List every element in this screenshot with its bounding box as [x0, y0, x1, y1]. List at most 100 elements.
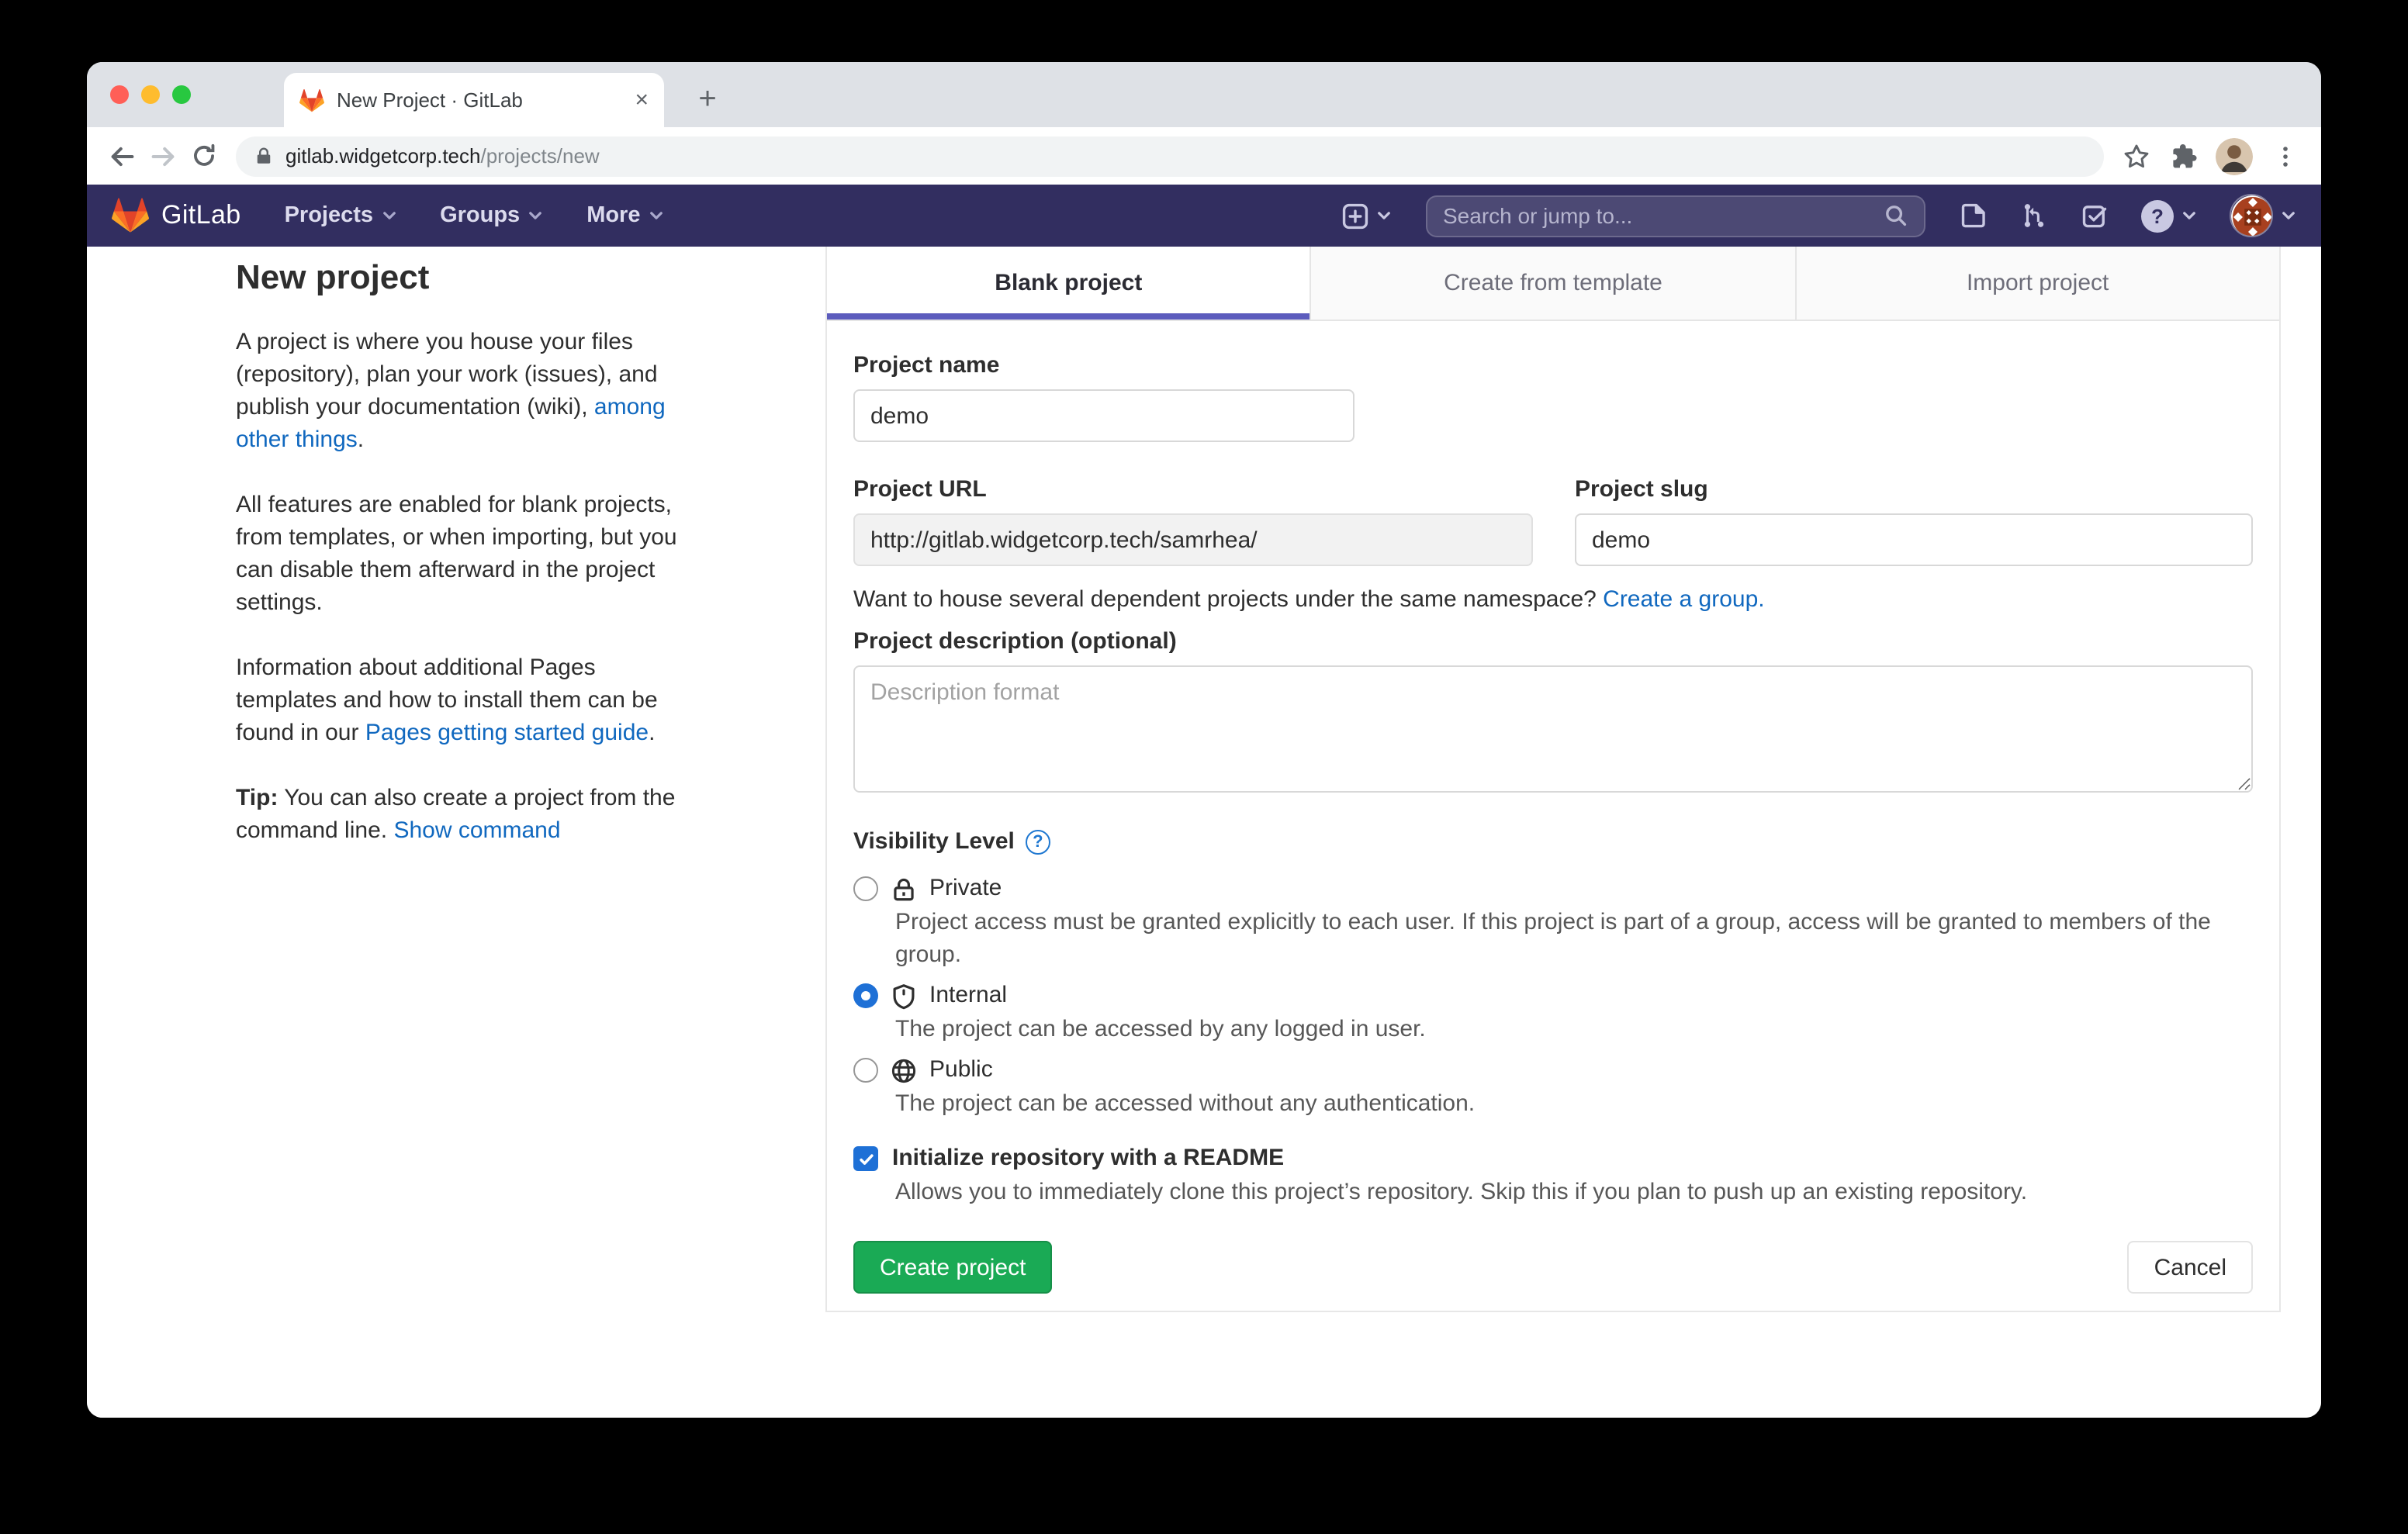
- tab-close-icon[interactable]: ×: [635, 88, 649, 112]
- chevron-down-icon: [528, 208, 543, 223]
- create-project-button[interactable]: Create project: [853, 1241, 1052, 1294]
- zoom-window-button[interactable]: [172, 85, 191, 104]
- chevron-down-icon: [381, 208, 396, 223]
- browser-tab[interactable]: New Project · GitLab ×: [284, 73, 664, 127]
- merge-request-icon[interactable]: [2020, 202, 2048, 230]
- bookmark-star-icon[interactable]: [2116, 136, 2157, 176]
- project-name-input[interactable]: [853, 389, 1354, 442]
- internal-label: Internal: [929, 979, 1007, 1013]
- browser-profile-avatar[interactable]: [2216, 137, 2253, 174]
- back-icon[interactable]: [102, 136, 143, 176]
- visibility-level-label: Visibility Level ?: [853, 828, 2253, 856]
- url-path: /projects/new: [481, 144, 600, 168]
- search-input[interactable]: [1443, 203, 1884, 228]
- project-slug-label: Project slug: [1575, 476, 2253, 504]
- chevron-down-icon: [2281, 208, 2296, 223]
- create-a-group-link[interactable]: Create a group.: [1603, 586, 1764, 613]
- tab-import-project[interactable]: Import project: [1794, 247, 2279, 320]
- user-menu[interactable]: [2230, 194, 2296, 237]
- tab-title: New Project · GitLab: [337, 88, 622, 112]
- forward-icon[interactable]: [143, 136, 183, 176]
- private-label: Private: [929, 872, 1002, 906]
- new-tab-button[interactable]: +: [686, 78, 729, 121]
- reload-icon[interactable]: [183, 136, 223, 176]
- show-command-link[interactable]: Show command: [393, 817, 560, 844]
- visibility-option-private[interactable]: Private Project access must be granted e…: [853, 872, 2253, 971]
- chevron-down-icon: [2181, 208, 2197, 223]
- cancel-button[interactable]: Cancel: [2128, 1241, 2253, 1294]
- new-menu-button[interactable]: [1342, 202, 1392, 229]
- user-avatar: [2230, 194, 2273, 237]
- window-controls: [110, 85, 191, 104]
- tab-create-from-template[interactable]: Create from template: [1310, 247, 1795, 320]
- visibility-help-icon[interactable]: ?: [1026, 830, 1050, 855]
- help-menu[interactable]: ?: [2141, 199, 2197, 232]
- visibility-options: Private Project access must be granted e…: [853, 872, 2253, 1120]
- internal-description: The project can be accessed by any logge…: [895, 1013, 2253, 1045]
- url-domain: gitlab.widgetcorp.tech: [285, 144, 481, 168]
- url-bar[interactable]: gitlab.widgetcorp.tech/projects/new: [236, 136, 2104, 176]
- sidebar-paragraph: Information about additional Pages templ…: [236, 651, 692, 749]
- readme-checkbox[interactable]: [853, 1146, 878, 1171]
- navbar-icons: ?: [1960, 194, 2296, 237]
- new-project-pane: Blank project Create from template Impor…: [825, 247, 2281, 1312]
- readme-description: Allows you to immediately clone this pro…: [895, 1176, 2253, 1208]
- chevron-down-icon: [649, 208, 664, 223]
- search-icon: [1884, 203, 1908, 228]
- project-description-label: Project description (optional): [853, 628, 2253, 656]
- shield-icon: [891, 983, 917, 1009]
- screen: New Project · GitLab × + gitlab.widgetco…: [0, 0, 2408, 1534]
- chevron-down-icon: [1376, 208, 1392, 223]
- gitlab-brand-name: GitLab: [161, 200, 241, 231]
- public-radio[interactable]: [853, 1058, 878, 1083]
- tab-blank-project[interactable]: Blank project: [827, 247, 1310, 320]
- gitlab-tanuki-logo-icon: [112, 197, 149, 234]
- pages-guide-link[interactable]: Pages getting started guide: [365, 720, 649, 746]
- sidebar-paragraph: All features are enabled for blank proje…: [236, 489, 692, 619]
- lock-icon: [254, 146, 273, 166]
- readme-label: Initialize repository with a README: [892, 1142, 1284, 1176]
- new-project-form: Project name Project URL Project slug: [827, 321, 2279, 1318]
- private-radio[interactable]: [853, 876, 878, 901]
- gitlab-navbar: GitLab Projects Groups More: [87, 185, 2321, 247]
- browser-tabstrip: New Project · GitLab × +: [87, 62, 2321, 127]
- gitlab-favicon: [299, 88, 324, 112]
- sidebar-tip: Tip: You can also create a project from …: [236, 782, 692, 847]
- private-description: Project access must be granted explicitl…: [895, 906, 2253, 971]
- visibility-option-public[interactable]: Public The project can be accessed witho…: [853, 1053, 2253, 1120]
- plus-square-icon: [1342, 202, 1368, 229]
- page-content: New project A project is where you house…: [87, 247, 2321, 1418]
- project-url-input[interactable]: [853, 513, 1533, 566]
- project-slug-input[interactable]: [1575, 513, 2253, 566]
- visibility-option-internal[interactable]: Internal The project can be accessed by …: [853, 979, 2253, 1045]
- help-icon: ?: [2141, 199, 2174, 232]
- browser-window: New Project · GitLab × + gitlab.widgetco…: [87, 62, 2321, 1418]
- sidebar-paragraph: A project is where you house your files …: [236, 326, 692, 456]
- nav-menu-groups[interactable]: Groups: [440, 203, 543, 228]
- browser-menu-kebab-icon[interactable]: [2265, 136, 2306, 176]
- todos-icon[interactable]: [2081, 202, 2109, 230]
- nav-menu-more[interactable]: More: [586, 203, 663, 228]
- issues-icon[interactable]: [1960, 202, 1988, 230]
- gitlab-brand[interactable]: GitLab: [112, 197, 241, 234]
- search-box[interactable]: [1426, 195, 1925, 237]
- project-type-tabs: Blank project Create from template Impor…: [827, 247, 2279, 321]
- internal-radio[interactable]: [853, 983, 878, 1008]
- form-actions: Create project Cancel: [853, 1241, 2253, 1294]
- page-title: New project: [236, 256, 748, 299]
- nav-menu-projects[interactable]: Projects: [285, 203, 396, 228]
- close-window-button[interactable]: [110, 85, 129, 104]
- url-text: gitlab.widgetcorp.tech/projects/new: [285, 144, 600, 168]
- extensions-puzzle-icon[interactable]: [2163, 136, 2203, 176]
- navbar-right: ?: [1342, 194, 2296, 237]
- project-url-label: Project URL: [853, 476, 1533, 504]
- public-description: The project can be accessed without any …: [895, 1087, 2253, 1120]
- project-name-label: Project name: [853, 352, 2253, 380]
- minimize-window-button[interactable]: [141, 85, 160, 104]
- project-description-textarea[interactable]: [853, 665, 2253, 793]
- public-label: Public: [929, 1053, 993, 1087]
- browser-toolbar: gitlab.widgetcorp.tech/projects/new: [87, 127, 2321, 185]
- namespace-hint: Want to house several dependent projects…: [853, 583, 2253, 616]
- globe-icon: [891, 1057, 917, 1083]
- readme-section: Initialize repository with a README Allo…: [853, 1142, 2253, 1208]
